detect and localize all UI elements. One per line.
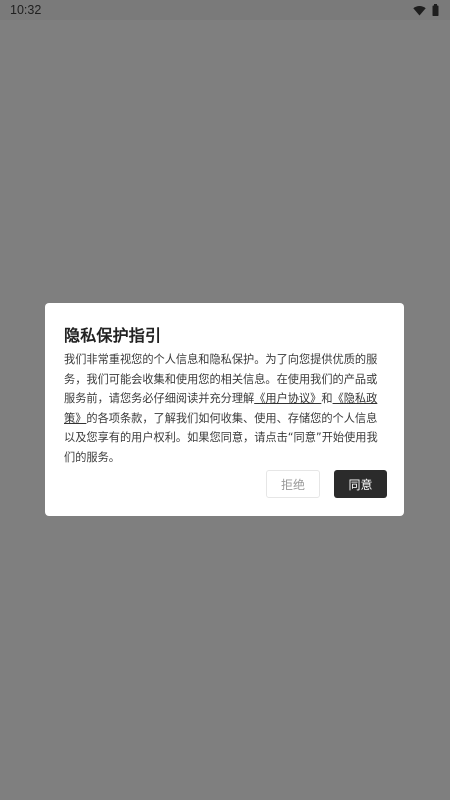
body-text-and: 和: [321, 392, 333, 405]
wifi-icon: [413, 5, 426, 16]
dialog-body: 我们非常重视您的个人信息和隐私保护。为了向您提供优质的服务，我们可能会收集和使用…: [64, 350, 386, 467]
status-bar: 10:32: [0, 0, 450, 20]
dialog-title: 隐私保护指引: [64, 326, 162, 345]
decline-button[interactable]: 拒绝: [266, 470, 320, 498]
battery-icon: [432, 4, 439, 16]
app-screen: 10:32 隐私保护指引 我们非常重视您的个人信息和隐私保护。为了向您提供优质的…: [0, 0, 450, 800]
status-time: 10:32: [10, 3, 42, 17]
status-icons: [413, 4, 439, 16]
body-text-outro: 的各项条款，了解我们如何收集、使用、存储您的个人信息以及您享有的用户权利。如果您…: [64, 411, 378, 464]
privacy-dialog: 隐私保护指引 我们非常重视您的个人信息和隐私保护。为了向您提供优质的服务，我们可…: [45, 303, 404, 516]
agree-button[interactable]: 同意: [334, 470, 387, 498]
user-agreement-link[interactable]: 《用户协议》: [254, 392, 321, 405]
